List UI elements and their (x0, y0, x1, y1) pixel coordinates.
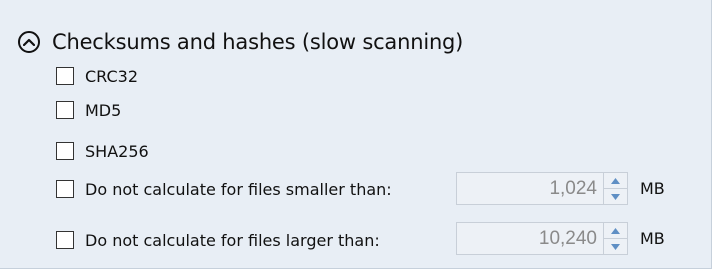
min-size-label: Do not calculate for files smaller than: (85, 179, 392, 199)
max-size-input[interactable]: 10,240 (456, 222, 604, 255)
option-min-size: Do not calculate for files smaller than: (56, 175, 392, 203)
md5-label: MD5 (85, 100, 122, 120)
option-crc32: CRC32 (56, 62, 138, 90)
spin-up-icon[interactable] (604, 223, 627, 238)
min-size-checkbox[interactable] (56, 180, 74, 198)
max-size-control: 10,240 MB (456, 222, 665, 255)
checksums-panel: Checksums and hashes (slow scanning) CRC… (0, 0, 712, 269)
crc32-label: CRC32 (85, 66, 139, 86)
max-size-label: Do not calculate for files larger than: (85, 230, 380, 250)
min-size-input[interactable]: 1,024 (456, 172, 604, 205)
option-max-size: Do not calculate for files larger than: (56, 226, 380, 254)
option-sha256: SHA256 (56, 137, 149, 165)
sha256-label: SHA256 (85, 141, 149, 161)
option-md5: MD5 (56, 96, 121, 124)
section-title: Checksums and hashes (slow scanning) (52, 30, 464, 54)
crc32-checkbox[interactable] (56, 67, 74, 85)
max-size-unit: MB (640, 229, 665, 248)
spin-down-icon[interactable] (604, 238, 627, 254)
max-size-checkbox[interactable] (56, 231, 74, 249)
min-size-spinner (604, 172, 628, 205)
section-header: Checksums and hashes (slow scanning) (18, 28, 463, 56)
spin-down-icon[interactable] (604, 188, 627, 204)
md5-checkbox[interactable] (56, 101, 74, 119)
spin-up-icon[interactable] (604, 173, 627, 188)
chevron-up-icon[interactable] (18, 31, 40, 53)
min-size-unit: MB (640, 179, 665, 198)
sha256-checkbox[interactable] (56, 142, 74, 160)
min-size-control: 1,024 MB (456, 172, 665, 205)
max-size-spinner (604, 222, 628, 255)
